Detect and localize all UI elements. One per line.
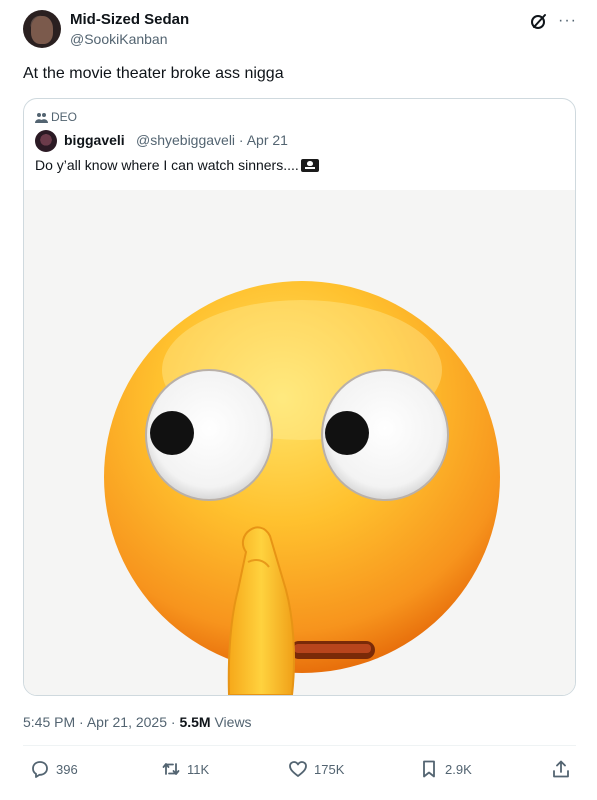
shushing-face-emoji	[104, 281, 500, 695]
post-time[interactable]: 5:45 PM	[23, 714, 75, 730]
author-display-name[interactable]: Mid-Sized Sedan	[70, 11, 189, 28]
community-name: DEO	[51, 110, 78, 124]
quoted-text-row: Do y’all know where I can watch sinners.…	[35, 157, 319, 173]
views-label: Views	[214, 714, 252, 730]
reply-count: 396	[56, 761, 78, 777]
author-handle[interactable]: @SookiKanban	[70, 31, 168, 47]
repost-count: 11K	[187, 761, 210, 777]
share-button[interactable]	[551, 759, 571, 779]
grok-icon[interactable]	[530, 12, 548, 30]
quoted-post[interactable]: DEO biggaveli @shyebiggaveli · Apr 21 Do…	[23, 98, 576, 696]
reply-button[interactable]: 396	[30, 759, 78, 779]
quoted-text: Do y’all know where I can watch sinners.…	[35, 157, 299, 173]
repost-button[interactable]: 11K	[161, 759, 209, 779]
more-icon[interactable]: ···	[558, 12, 577, 30]
views-count: 5.5M	[179, 714, 211, 730]
quoted-avatar[interactable]	[35, 130, 57, 152]
post-top-actions: ···	[530, 12, 577, 30]
people-icon	[35, 112, 48, 123]
post-text: At the movie theater broke ass nigga	[23, 65, 284, 82]
share-icon	[553, 760, 569, 778]
pirate-flag-icon	[300, 158, 319, 172]
post-date[interactable]: Apr 21, 2025	[87, 714, 167, 730]
reply-icon	[32, 761, 48, 778]
quoted-media[interactable]	[24, 190, 575, 695]
like-count: 175K	[314, 761, 345, 777]
community-label[interactable]: DEO	[35, 110, 77, 124]
bookmark-icon	[423, 760, 435, 778]
post-separator: ·	[79, 714, 84, 730]
quoted-display-name[interactable]: biggaveli	[64, 132, 125, 148]
author-avatar[interactable]	[23, 10, 61, 48]
like-icon	[289, 761, 307, 777]
repost-icon	[162, 763, 180, 775]
bookmark-button[interactable]: 2.9K	[419, 759, 472, 779]
action-bar: 396 11K 175K 2.9K	[23, 759, 576, 787]
divider	[23, 745, 576, 746]
like-button[interactable]: 175K	[288, 759, 344, 779]
bookmark-count: 2.9K	[445, 761, 472, 777]
quoted-handle-date: @shyebiggaveli · Apr 21	[136, 132, 288, 148]
post-timestamp: 5:45 PM · Apr 21, 2025 · 5.5M Views	[23, 714, 252, 730]
